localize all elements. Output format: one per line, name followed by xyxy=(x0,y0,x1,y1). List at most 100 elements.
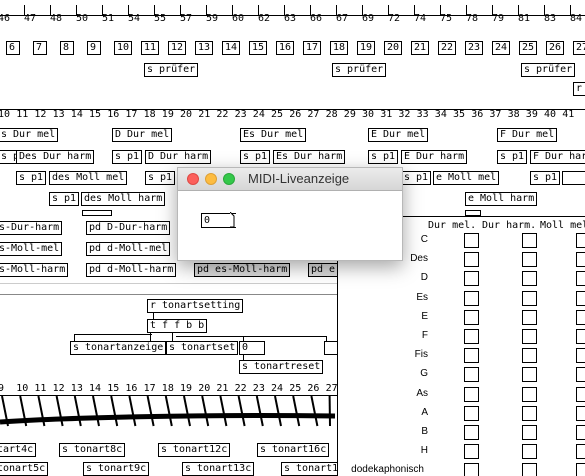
s-p1-4[interactable]: s p1 xyxy=(368,150,399,164)
number-message[interactable]: 24 xyxy=(492,41,511,55)
s-p1-2[interactable]: s p1 xyxy=(112,150,143,164)
number-message[interactable]: 18 xyxy=(330,41,349,55)
dur-mel-checkbox[interactable] xyxy=(464,271,479,287)
des-moll-mel[interactable]: des Moll mel xyxy=(49,171,128,185)
dur-mel-checkbox[interactable] xyxy=(464,425,479,440)
dur-mel-checkbox[interactable] xyxy=(464,348,479,364)
dur-mel-box-f[interactable]: F Dur mel xyxy=(497,128,558,142)
dur-mel-checkbox[interactable] xyxy=(464,329,479,344)
dur-mel-box-e[interactable]: E Dur mel xyxy=(368,128,429,142)
outlet-fragment[interactable] xyxy=(82,210,112,216)
moll-mel-checkbox[interactable] xyxy=(576,309,585,325)
r-tonartsetting[interactable]: r tonartsetting xyxy=(147,299,244,313)
moll-mel-checkbox[interactable] xyxy=(576,405,585,421)
s-tonart5c[interactable]: tonart5c xyxy=(0,462,49,476)
s-p1-6[interactable]: s p1 xyxy=(16,171,47,185)
number-message[interactable]: 14 xyxy=(222,41,241,55)
moll-mel-checkbox[interactable] xyxy=(576,329,585,344)
moll-mel-checkbox[interactable] xyxy=(576,233,585,248)
s-pruefer-3[interactable]: s prüfer xyxy=(521,63,576,77)
s-p1-5[interactable]: s p1 xyxy=(497,150,528,164)
pd-d-dur-harm[interactable]: pd D-Dur-harm xyxy=(86,221,171,235)
dur-mel-checkbox[interactable] xyxy=(464,252,479,268)
s-tonartreset[interactable]: s tonartreset xyxy=(239,360,324,374)
dur-harm-checkbox[interactable] xyxy=(522,444,537,460)
s-tonart16c[interactable]: s tonart16c xyxy=(257,443,330,457)
dur-mel-checkbox[interactable] xyxy=(464,405,479,421)
number-message[interactable]: 23 xyxy=(465,41,484,55)
s-tonart12c[interactable]: s tonart12c xyxy=(158,443,231,457)
moll-mel-checkbox[interactable] xyxy=(576,271,585,287)
dur-harm-checkbox[interactable] xyxy=(522,290,537,306)
number-message[interactable]: 7 xyxy=(33,41,47,55)
moll-mel-checkbox[interactable] xyxy=(576,425,585,440)
s-tonart1-fragment[interactable]: s tonart1 xyxy=(281,462,342,476)
s-tonart8c[interactable]: s tonart8c xyxy=(59,443,126,457)
s-tonartanzeige[interactable]: s tonartanzeige xyxy=(70,341,167,355)
moll-mel-checkbox[interactable] xyxy=(576,252,585,268)
dur-mel-checkbox[interactable] xyxy=(464,367,479,383)
dur-mel-box-es[interactable]: Es Dur mel xyxy=(240,128,307,142)
number-message[interactable]: 10 xyxy=(114,41,133,55)
number-message[interactable]: 9 xyxy=(87,41,101,55)
s-tonart13c[interactable]: s tonart13c xyxy=(182,462,255,476)
number-message[interactable]: 8 xyxy=(60,41,74,55)
r-box[interactable]: r xyxy=(573,82,585,96)
number-message[interactable]: 13 xyxy=(195,41,214,55)
number-message[interactable]: 27 xyxy=(573,41,585,55)
dur-mel-checkbox[interactable] xyxy=(464,290,479,306)
s-tonartset[interactable]: s tonartset xyxy=(166,341,239,355)
midi-liveanzeige-window[interactable]: MIDI-Liveanzeige 0 xyxy=(177,167,403,261)
number-message[interactable]: 11 xyxy=(141,41,160,55)
s-tonart4c[interactable]: tart4c xyxy=(0,443,37,457)
dur-harm-checkbox[interactable] xyxy=(522,233,537,248)
dur-mel-box-d[interactable]: D Dur mel xyxy=(112,128,173,142)
pd-s-moll-harm[interactable]: s-Moll-harm xyxy=(0,263,69,277)
moll-mel-checkbox[interactable] xyxy=(576,386,585,402)
s-tonart9c[interactable]: s tonart9c xyxy=(83,462,150,476)
e-dur-harm[interactable]: E Dur harm xyxy=(401,150,468,164)
window-titlebar[interactable]: MIDI-Liveanzeige xyxy=(178,168,402,191)
s-p1-7[interactable]: s p1 xyxy=(145,171,176,185)
dur-mel-box-s[interactable]: s Dur mel xyxy=(0,128,59,142)
dur-mel-checkbox[interactable] xyxy=(464,444,479,460)
dur-harm-checkbox[interactable] xyxy=(522,425,537,440)
s-pruefer-2[interactable]: s prüfer xyxy=(332,63,387,77)
pd-s-dur-harm[interactable]: s-Dur-harm xyxy=(0,221,63,235)
zoom-button[interactable] xyxy=(223,173,235,185)
s-p1-3[interactable]: s p1 xyxy=(240,150,271,164)
d-dur-harm[interactable]: D Dur harm xyxy=(145,150,212,164)
moll-mel-checkbox[interactable] xyxy=(576,463,585,476)
moll-mel-checkbox[interactable] xyxy=(576,348,585,364)
moll-mel-checkbox[interactable] xyxy=(576,367,585,383)
number-box[interactable]: 0 xyxy=(239,341,265,355)
trigger-box[interactable]: t f f b b xyxy=(147,319,208,333)
s-p1-8[interactable]: s p1 xyxy=(401,171,432,185)
number-message[interactable]: 16 xyxy=(276,41,295,55)
dur-harm-checkbox[interactable] xyxy=(522,367,537,383)
number-message[interactable]: 22 xyxy=(438,41,457,55)
number-message[interactable]: 25 xyxy=(519,41,538,55)
dur-harm-checkbox[interactable] xyxy=(522,348,537,364)
number-message[interactable]: 19 xyxy=(357,41,376,55)
dur-harm-checkbox[interactable] xyxy=(522,271,537,287)
number-message[interactable]: 12 xyxy=(168,41,187,55)
number-message[interactable]: 17 xyxy=(303,41,322,55)
f-dur-harm[interactable]: F Dur harm xyxy=(530,150,585,164)
s-pruefer-1[interactable]: s prüfer xyxy=(144,63,199,77)
es-dur-harm[interactable]: Es Dur harm xyxy=(273,150,346,164)
dur-harm-checkbox[interactable] xyxy=(522,329,537,344)
dur-harm-checkbox[interactable] xyxy=(522,463,537,476)
pd-s-moll-mel[interactable]: s-Moll-mel xyxy=(0,242,63,256)
number-message[interactable]: 21 xyxy=(411,41,430,55)
des-moll-harm[interactable]: des Moll harm xyxy=(81,192,166,206)
minimize-button[interactable] xyxy=(205,173,217,185)
dur-mel-checkbox[interactable] xyxy=(464,386,479,402)
moll-mel-fragment[interactable] xyxy=(562,171,585,185)
moll-mel-checkbox[interactable] xyxy=(576,290,585,306)
s-p1-10[interactable]: s p1 xyxy=(49,192,80,206)
dur-mel-checkbox[interactable] xyxy=(464,233,479,248)
e-moll-harm[interactable]: e Moll harm xyxy=(465,192,538,206)
number-message[interactable]: 6 xyxy=(6,41,20,55)
s-p1-9[interactable]: s p1 xyxy=(530,171,561,185)
